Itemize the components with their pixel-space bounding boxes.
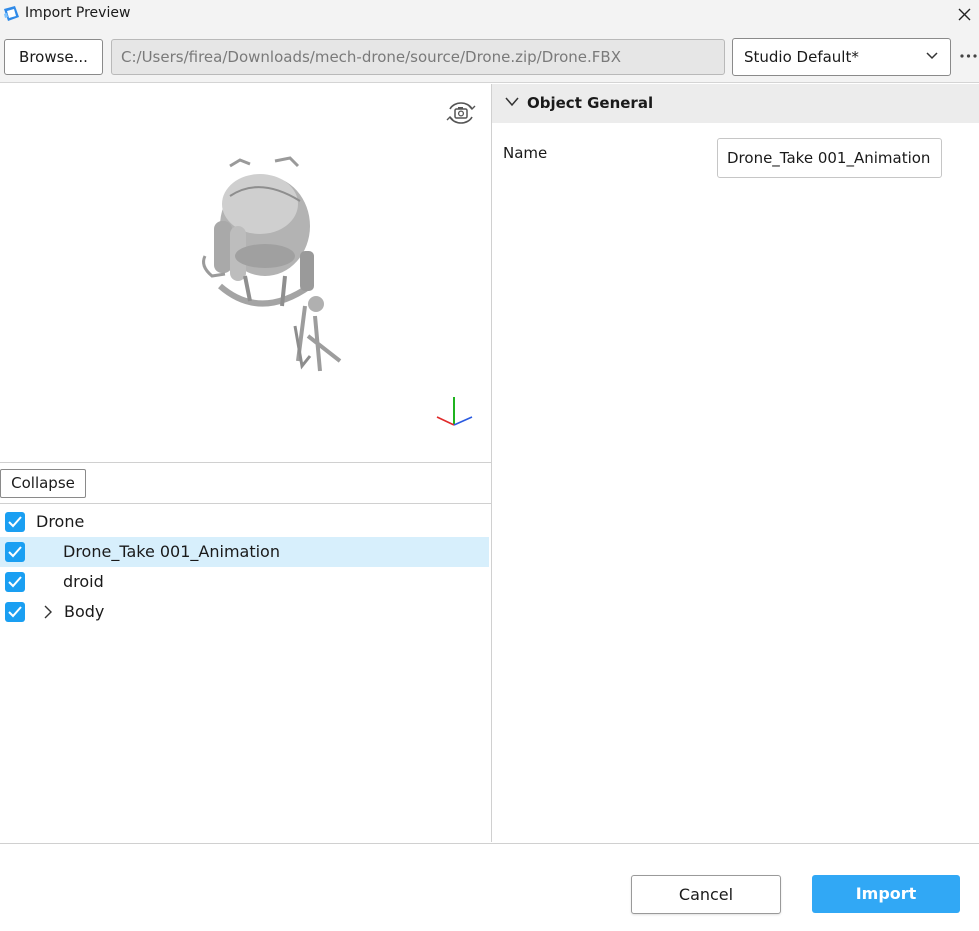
panel-splitter[interactable] — [491, 84, 492, 842]
hierarchy-toolbar: Collapse — [0, 464, 491, 504]
tree-item-droid[interactable]: droid — [0, 567, 489, 597]
collapse-button[interactable]: Collapse — [0, 469, 86, 498]
checkmark-icon — [8, 516, 22, 528]
model-preview-viewport[interactable] — [0, 84, 491, 463]
tree-item-drone[interactable]: Drone — [0, 507, 489, 537]
checkmark-icon — [8, 546, 22, 558]
checkmark-icon — [8, 576, 22, 588]
axis-gizmo-icon — [436, 397, 473, 426]
name-label: Name — [503, 144, 548, 162]
checkbox-droid[interactable] — [5, 572, 25, 592]
checkbox-body[interactable] — [5, 602, 25, 622]
rotate-camera-icon[interactable] — [444, 98, 478, 128]
import-button[interactable]: Import — [812, 875, 960, 913]
chevron-right-icon[interactable] — [41, 605, 55, 619]
tree-item-label: Drone_Take 001_Animation — [63, 542, 280, 561]
section-title: Object General — [527, 94, 654, 112]
tree-item-label: droid — [63, 572, 104, 591]
cancel-button[interactable]: Cancel — [631, 875, 781, 914]
tree-item-drone-take-animation[interactable]: Drone_Take 001_Animation — [0, 537, 489, 567]
browse-button[interactable]: Browse... — [4, 39, 103, 75]
roblox-studio-icon — [4, 6, 19, 21]
tree-item-body[interactable]: Body — [0, 597, 489, 627]
drone-model-render — [202, 156, 342, 372]
toolbar: Browse... C:/Users/firea/Downloads/mech-… — [0, 31, 979, 83]
section-header-object-general[interactable]: Object General — [492, 84, 979, 123]
preset-dropdown[interactable]: Studio Default* — [732, 38, 951, 76]
chevron-down-icon — [505, 97, 519, 107]
preset-selected-value: Studio Default* — [744, 48, 859, 66]
tree-item-label: Drone — [36, 512, 85, 531]
name-field[interactable]: Drone_Take 001_Animation — [717, 138, 942, 178]
chevron-down-icon — [926, 52, 938, 60]
checkmark-icon — [8, 606, 22, 618]
window-title: Import Preview — [25, 5, 131, 21]
more-horizontal-icon[interactable] — [958, 49, 979, 63]
tree-item-label: Body — [64, 602, 105, 621]
title-bar: Import Preview — [0, 0, 979, 31]
checkbox-drone-take-animation[interactable] — [5, 542, 25, 562]
close-button[interactable] — [949, 0, 979, 28]
close-icon — [958, 8, 970, 20]
footer-divider — [0, 843, 979, 844]
checkbox-drone[interactable] — [5, 512, 25, 532]
file-path-field: C:/Users/firea/Downloads/mech-drone/sour… — [111, 39, 725, 75]
